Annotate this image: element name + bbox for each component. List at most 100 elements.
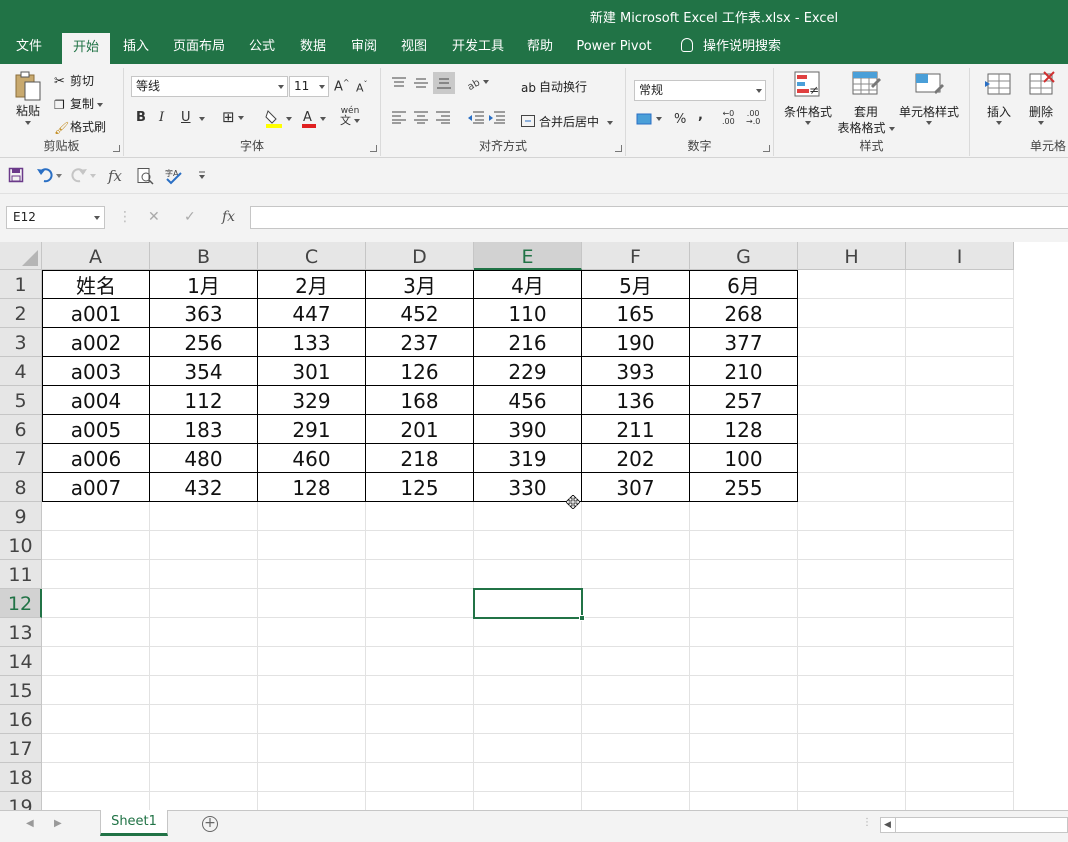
conditional-formatting-button[interactable]: ≠ 条件格式 [782, 70, 834, 125]
more-options-icon[interactable]: ⋮ [118, 209, 132, 225]
tab-page-layout[interactable]: 页面布局 [168, 30, 230, 64]
row-header[interactable]: 19 [0, 792, 42, 810]
paste-button[interactable]: 粘贴 [10, 70, 46, 125]
align-top-icon[interactable] [391, 76, 407, 94]
cell-D15[interactable] [366, 676, 474, 705]
cell-H13[interactable] [798, 618, 906, 647]
chevron-left-icon[interactable]: ◀ [26, 818, 34, 829]
cell-A12[interactable] [42, 589, 150, 618]
cell-E5[interactable]: 456 [474, 386, 582, 415]
cell-H15[interactable] [798, 676, 906, 705]
cell-C4[interactable]: 301 [258, 357, 366, 386]
column-header[interactable]: B [150, 242, 258, 270]
cell-C2[interactable]: 447 [258, 299, 366, 328]
cell-G8[interactable]: 255 [690, 473, 798, 502]
cell-I6[interactable] [906, 415, 1014, 444]
cell-E16[interactable] [474, 705, 582, 734]
row-header[interactable]: 1 [0, 270, 42, 299]
cell-E13[interactable] [474, 618, 582, 647]
cell-G16[interactable] [690, 705, 798, 734]
cell-H5[interactable] [798, 386, 906, 415]
merge-center-button[interactable]: 合并后居中 [521, 113, 614, 130]
cell-I1[interactable] [906, 270, 1014, 299]
cell-G9[interactable] [690, 502, 798, 531]
tab-developer[interactable]: 开发工具 [446, 30, 510, 64]
add-sheet-icon[interactable]: + [202, 816, 218, 832]
row-header[interactable]: 6 [0, 415, 42, 444]
cell-G11[interactable] [690, 560, 798, 589]
cell-C9[interactable] [258, 502, 366, 531]
redo-icon[interactable] [70, 167, 98, 187]
tab-help[interactable]: 帮助 [518, 30, 562, 64]
cell-D3[interactable]: 237 [366, 328, 474, 357]
cell-D14[interactable] [366, 647, 474, 676]
cell-F12[interactable] [582, 589, 690, 618]
cell-E14[interactable] [474, 647, 582, 676]
align-right-icon[interactable] [435, 110, 451, 128]
cell-I13[interactable] [906, 618, 1014, 647]
cell-B2[interactable]: 363 [150, 299, 258, 328]
cell-C5[interactable]: 329 [258, 386, 366, 415]
cell-C11[interactable] [258, 560, 366, 589]
row-header[interactable]: 3 [0, 328, 42, 357]
cell-F13[interactable] [582, 618, 690, 647]
cell-H6[interactable] [798, 415, 906, 444]
cell-E17[interactable] [474, 734, 582, 763]
cell-G15[interactable] [690, 676, 798, 705]
cell-F2[interactable]: 165 [582, 299, 690, 328]
cell-G1[interactable]: 6月 [690, 270, 798, 299]
cell-B10[interactable] [150, 531, 258, 560]
cell-H9[interactable] [798, 502, 906, 531]
cell-A18[interactable] [42, 763, 150, 792]
cell-A15[interactable] [42, 676, 150, 705]
cell-H19[interactable] [798, 792, 906, 810]
cell-H2[interactable] [798, 299, 906, 328]
cell-F16[interactable] [582, 705, 690, 734]
undo-icon[interactable] [36, 167, 64, 187]
cell-B3[interactable]: 256 [150, 328, 258, 357]
cell-E10[interactable] [474, 531, 582, 560]
cell-C19[interactable] [258, 792, 366, 810]
cell-D17[interactable] [366, 734, 474, 763]
dialog-launcher-icon[interactable] [370, 145, 377, 152]
cell-E2[interactable]: 110 [474, 299, 582, 328]
tab-data[interactable]: 数据 [290, 30, 336, 64]
cell-F1[interactable]: 5月 [582, 270, 690, 299]
cell-A4[interactable]: a003 [42, 357, 150, 386]
insert-cells-button[interactable]: 插入 [982, 70, 1016, 125]
cell-H7[interactable] [798, 444, 906, 473]
tab-insert[interactable]: 插入 [114, 30, 158, 64]
cell-A3[interactable]: a002 [42, 328, 150, 357]
fill-color-icon[interactable] [264, 108, 294, 132]
cell-A9[interactable] [42, 502, 150, 531]
font-color-icon[interactable]: A [300, 108, 330, 132]
row-header[interactable]: 11 [0, 560, 42, 589]
cell-B13[interactable] [150, 618, 258, 647]
sheet-tab-sheet1[interactable]: Sheet1 [100, 810, 168, 836]
cell-I12[interactable] [906, 589, 1014, 618]
cell-D11[interactable] [366, 560, 474, 589]
decrease-decimal-icon[interactable]: .00 →.0 [746, 110, 760, 126]
dialog-launcher-icon[interactable] [763, 145, 770, 152]
cell-D1[interactable]: 3月 [366, 270, 474, 299]
underline-button[interactable]: U [181, 110, 191, 125]
cell-B12[interactable] [150, 589, 258, 618]
font-name-dropdown[interactable]: 等线 [131, 76, 288, 97]
cell-B8[interactable]: 432 [150, 473, 258, 502]
cell-E15[interactable] [474, 676, 582, 705]
row-header[interactable]: 12 [0, 589, 42, 618]
cell-G17[interactable] [690, 734, 798, 763]
cell-B1[interactable]: 1月 [150, 270, 258, 299]
cell-F6[interactable]: 211 [582, 415, 690, 444]
print-preview-icon[interactable] [136, 167, 154, 189]
insert-function-icon[interactable]: fx [108, 167, 122, 185]
cell-A17[interactable] [42, 734, 150, 763]
row-header[interactable]: 10 [0, 531, 42, 560]
cell-B9[interactable] [150, 502, 258, 531]
enter-icon[interactable]: ✓ [184, 209, 196, 225]
cell-H4[interactable] [798, 357, 906, 386]
cell-I4[interactable] [906, 357, 1014, 386]
cell-C7[interactable]: 460 [258, 444, 366, 473]
tab-power-pivot[interactable]: Power Pivot [572, 30, 656, 64]
cell-F3[interactable]: 190 [582, 328, 690, 357]
